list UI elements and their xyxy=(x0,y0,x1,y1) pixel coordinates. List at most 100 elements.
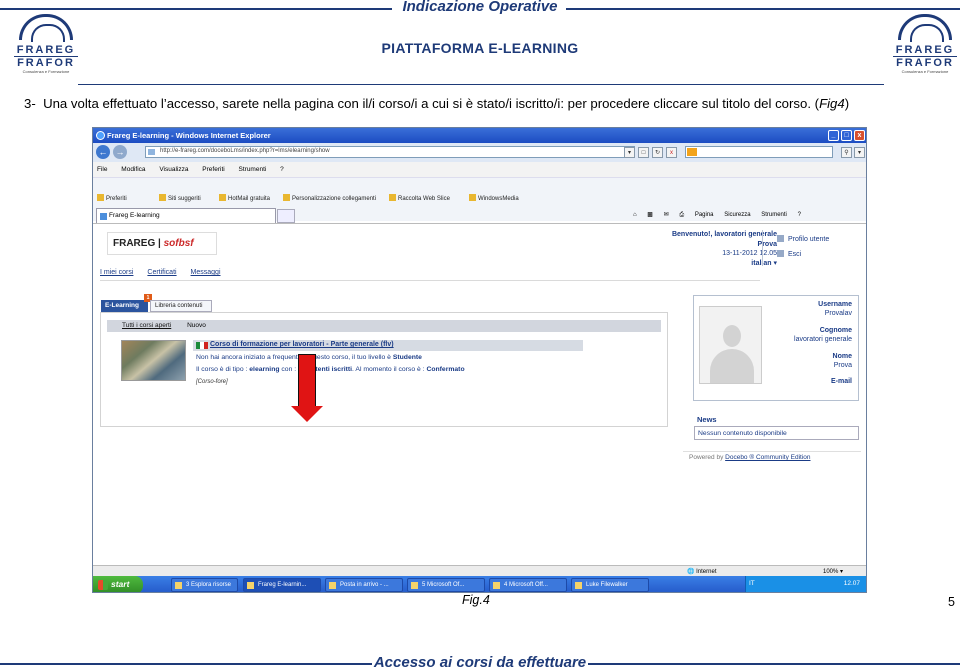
profile-email: E-mail xyxy=(831,377,852,386)
fav-label: WindowsMedia xyxy=(478,196,519,202)
system-tray: IT 12.07 xyxy=(745,576,866,592)
fav-label: Preferiti xyxy=(106,196,127,202)
feeds-icon[interactable]: ▩ xyxy=(647,212,653,218)
menu-modifica[interactable]: Modifica xyxy=(121,166,145,173)
step-number: 3- xyxy=(24,96,36,111)
task-label: 4 Microsoft Off... xyxy=(504,582,548,588)
task-label: Posta in arrivo - ... xyxy=(340,582,389,588)
maximize-button[interactable]: □ xyxy=(841,130,852,141)
page-favicon-icon xyxy=(148,149,155,155)
step-fig-ref: Fig4 xyxy=(819,96,845,111)
task-filewalker[interactable]: Luke Filewalker xyxy=(571,578,649,592)
fav-hotmail[interactable]: HotMail gratuita xyxy=(219,194,270,202)
datetime: 13-11-2012 12.05 xyxy=(722,250,777,257)
profile-nome: Nome Prova xyxy=(833,352,852,370)
tab-elearning[interactable]: E-Learning 1 xyxy=(101,294,152,312)
home-icon[interactable]: ⌂ xyxy=(633,212,637,218)
forward-arrow-icon[interactable]: → xyxy=(113,145,127,159)
header-rule-bottom xyxy=(78,84,884,85)
compat-view-icon[interactable]: □ xyxy=(638,147,649,158)
fav-windowsmedia[interactable]: WindowsMedia xyxy=(469,194,519,202)
search-input[interactable] xyxy=(685,146,833,158)
fav-siti-suggeriti[interactable]: Siti suggeriti xyxy=(159,194,201,202)
address-bar[interactable]: http://e-frareg.com/doceboLms/index.php?… xyxy=(145,146,635,158)
back-arrow-icon[interactable]: ← xyxy=(96,145,110,159)
cmd-pagina[interactable]: Pagina xyxy=(695,212,714,218)
divider xyxy=(762,230,763,266)
menu-help[interactable]: ? xyxy=(280,166,284,173)
cmd-strumenti[interactable]: Strumenti xyxy=(761,212,787,218)
fav-preferiti[interactable]: Preferiti xyxy=(97,194,127,202)
course-level: Studente xyxy=(392,354,422,361)
task-explorer[interactable]: 3 Esplora risorse xyxy=(171,578,238,592)
nav-my-courses[interactable]: I miei corsi xyxy=(100,269,133,276)
dropdown-icon[interactable]: ▾ xyxy=(624,147,635,158)
nav-messages[interactable]: Messaggi xyxy=(191,269,221,276)
cognome-value: lavoratori generale xyxy=(794,336,852,343)
start-label: start xyxy=(111,579,130,589)
email-label: E-mail xyxy=(830,378,852,385)
powered-by: Powered by Docebo ® Community Edition xyxy=(689,454,811,461)
new-tab-button[interactable] xyxy=(277,209,295,223)
footer-title: Accesso ai corsi da effettuare xyxy=(373,654,587,671)
status-bar: 🌐 Internet 100% ▾ xyxy=(93,565,866,576)
filter-new[interactable]: Nuovo xyxy=(187,322,206,329)
fav-label: Raccolta Web Slice xyxy=(398,196,450,202)
logo-arc-icon xyxy=(19,14,73,42)
step-text: Una volta effettuato l’accesso, sarete n… xyxy=(43,96,820,111)
profile-link[interactable]: Profilo utente xyxy=(777,232,829,247)
course-title-link[interactable]: Corso di formazione per lavoratori - Par… xyxy=(193,340,583,351)
start-button[interactable]: start xyxy=(93,576,143,592)
minimize-button[interactable]: _ xyxy=(828,130,839,141)
mail-icon[interactable]: ✉ xyxy=(664,212,669,218)
folder-icon xyxy=(175,582,182,589)
help-icon[interactable]: ? xyxy=(798,212,801,218)
task-outlook[interactable]: Posta in arrivo - ... xyxy=(325,578,403,592)
task-office-4[interactable]: 4 Microsoft Off... xyxy=(489,578,567,592)
menu-visualizza[interactable]: Visualizza xyxy=(159,166,188,173)
fav-label: HotMail gratuita xyxy=(228,196,271,202)
refresh-icon[interactable]: ↻ xyxy=(652,147,663,158)
menu-bar: File Modifica Visualizza Preferiti Strum… xyxy=(93,162,866,177)
tray-language[interactable]: IT xyxy=(749,580,755,587)
print-icon[interactable]: ⎙ xyxy=(679,212,684,218)
header-subtitle: PIATTAFORMA E-LEARNING xyxy=(381,40,579,56)
avatar-head-icon xyxy=(723,325,741,347)
filter-all-open[interactable]: Tutti i corsi aperti xyxy=(122,322,171,329)
menu-strumenti[interactable]: Strumenti xyxy=(239,166,267,173)
link-icon xyxy=(283,194,290,201)
browser-screenshot: Frareg E-learning - Windows Internet Exp… xyxy=(92,127,867,593)
ie-logo-icon xyxy=(96,131,105,140)
search-options-icon[interactable]: ▾ xyxy=(854,147,865,158)
course-type-label: Il corso è di tipo : xyxy=(196,366,250,373)
nav-certificates[interactable]: Certificati xyxy=(147,269,176,276)
task-office-5[interactable]: 5 Microsoft Of... xyxy=(407,578,485,592)
web-slice-icon xyxy=(389,194,396,201)
course-type: elearning xyxy=(249,366,280,373)
tab-elearning-label: E-Learning xyxy=(105,302,139,309)
course-state-label: . Al momento il corso è : xyxy=(352,366,427,373)
fav-personalizzazione[interactable]: Personalizzazione collegamenti xyxy=(283,194,376,202)
course-thumbnail[interactable] xyxy=(121,340,186,381)
language-select[interactable]: italian ▾ xyxy=(625,259,777,269)
stop-icon[interactable]: x xyxy=(666,147,677,158)
cmd-sicurezza[interactable]: Sicurezza xyxy=(724,212,750,218)
menu-file[interactable]: File xyxy=(97,166,107,173)
tab-frareg[interactable]: Frareg E-learning xyxy=(96,208,276,223)
profile-username: Username Provalav xyxy=(818,300,852,318)
docebo-link[interactable]: Docebo ® Community Edition xyxy=(725,454,810,461)
address-row: ← → http://e-frareg.com/doceboLms/index.… xyxy=(93,143,866,162)
tab-library[interactable]: Libreria contenuti xyxy=(150,300,212,312)
menu-preferiti[interactable]: Preferiti xyxy=(202,166,224,173)
task-label: 5 Microsoft Of... xyxy=(422,582,465,588)
search-icon[interactable]: ⚲ xyxy=(841,147,852,158)
welcome-block: Benvenuto!, lavoratori generale Prova 13… xyxy=(625,230,777,268)
fav-web-slice[interactable]: Raccolta Web Slice xyxy=(389,194,450,202)
step-close: ) xyxy=(844,96,850,111)
zoom-control[interactable]: 100% ▾ xyxy=(823,568,843,575)
address-url: http://e-frareg.com/doceboLms/index.php?… xyxy=(160,148,330,154)
course-tag: [Corso-fore] xyxy=(196,379,228,385)
close-button[interactable]: x xyxy=(854,130,865,141)
task-ie[interactable]: Frareg E-learnin... xyxy=(243,578,321,592)
logout-link[interactable]: Esci xyxy=(777,247,829,262)
